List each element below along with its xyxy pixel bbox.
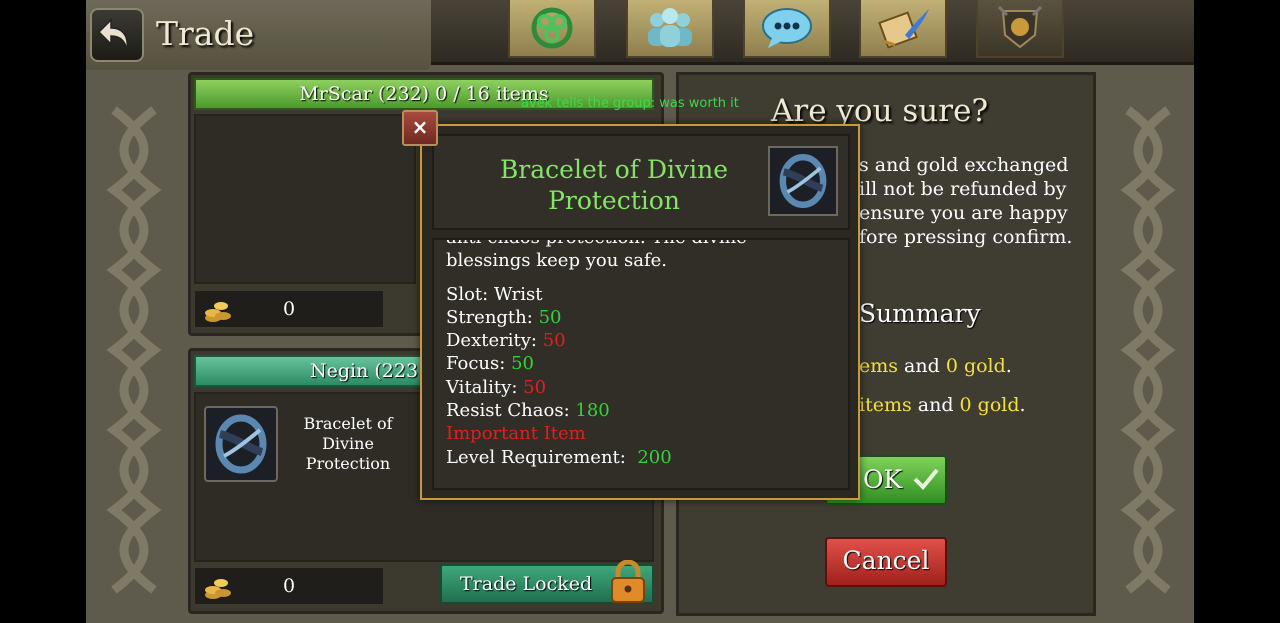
game-screen: Trade MrScar (232) 0 / 16 items 0 Negin … <box>86 0 1194 623</box>
tooltip-item-icon-frame <box>768 146 838 216</box>
warning-line: ill not be refunded by <box>859 178 1067 200</box>
stat-value: 50 <box>542 330 566 352</box>
cancel-button[interactable]: Cancel <box>825 537 947 587</box>
stat-vitality: Vitality: 50 <box>446 376 747 399</box>
triskelion-icon <box>531 7 573 49</box>
summary-line-2: items and 0 gold. <box>859 394 1026 416</box>
summary-and: and <box>911 394 960 416</box>
warning-line: fore pressing confirm. <box>859 226 1073 248</box>
bracelet-item-slot[interactable] <box>204 406 278 482</box>
summary-items: ems <box>859 355 899 377</box>
stat-dexterity: Dexterity: 50 <box>446 329 747 352</box>
trade-locked-button[interactable]: Trade Locked <box>440 560 654 604</box>
stat-strength: Strength: 50 <box>446 306 747 329</box>
player2-gold-box: 0 <box>194 567 384 605</box>
tab-group[interactable] <box>626 0 714 58</box>
stat-value: 50 <box>523 376 547 398</box>
warning-line: ensure you are happy <box>859 202 1068 224</box>
tab-chat[interactable] <box>743 0 831 58</box>
checkmark-icon <box>913 468 939 490</box>
warning-line: s and gold exchanged <box>859 154 1069 176</box>
tooltip-body[interactable]: anti-chaos protection. The divine blessi… <box>432 238 850 490</box>
tooltip-header: Bracelet of Divine Protection <box>432 134 850 230</box>
stat-resist-chaos: Resist Chaos: 180 <box>446 399 747 422</box>
guild-crest-icon <box>997 5 1043 49</box>
level-value: 200 <box>637 446 672 468</box>
item-tooltip: Bracelet of Divine Protection anti-chaos… <box>420 124 860 500</box>
back-button[interactable] <box>90 8 144 62</box>
player1-item-area <box>194 114 416 284</box>
player2-item-name: Bracelet of Divine Protection <box>303 414 393 473</box>
page-title: Trade <box>156 14 255 53</box>
tab-guild[interactable] <box>976 0 1064 58</box>
bracelet-icon <box>215 414 267 474</box>
stat-label: Strength: <box>446 306 533 328</box>
summary-and: and <box>898 355 946 377</box>
tab-quests[interactable] <box>859 0 947 58</box>
title-plate: Trade <box>86 0 431 70</box>
summary-period: . <box>1019 394 1026 416</box>
summary-title: Summary <box>859 299 981 328</box>
player1-gold-box: 0 <box>194 290 384 328</box>
right-knot-border <box>1120 106 1176 594</box>
player1-gold-value: 0 <box>282 298 296 320</box>
summary-line-1: ems and 0 gold. <box>859 355 1012 377</box>
group-icon <box>648 8 692 47</box>
stat-label: Dexterity: <box>446 330 537 352</box>
back-arrow-icon <box>97 18 129 51</box>
stat-value: 180 <box>575 400 610 422</box>
tooltip-slot: Slot: Wrist <box>446 283 543 305</box>
level-requirement: Level Requirement: 200 <box>446 446 747 469</box>
summary-items: items <box>859 394 912 416</box>
trade-locked-label: Trade Locked <box>460 573 593 595</box>
quest-scroll-icon <box>878 9 929 49</box>
stat-focus: Focus: 50 <box>446 352 747 375</box>
stat-label: Focus: <box>446 353 506 375</box>
summary-period: . <box>1005 355 1012 377</box>
important-item-label: Important Item <box>446 423 586 445</box>
chat-bubble-icon <box>762 8 812 48</box>
chat-message: avek tells the group: was worth it <box>521 96 739 111</box>
left-knot-border <box>106 106 162 594</box>
level-label: Level Requirement: <box>446 446 626 468</box>
confirm-warning: s and gold exchanged ill not be refunded… <box>859 153 1089 249</box>
stat-value: 50 <box>511 353 534 375</box>
tooltip-close-button[interactable]: × <box>402 110 438 146</box>
summary-gold: 0 gold <box>959 394 1020 416</box>
tooltip-desc-cut: anti-chaos protection. The divine <box>446 240 747 249</box>
tooltip-item-name: Bracelet of Divine Protection <box>499 155 729 215</box>
padlock-icon <box>611 560 645 603</box>
tab-triskelion[interactable] <box>508 0 596 58</box>
ok-label: OK <box>863 465 903 494</box>
summary-gold: 0 gold <box>945 355 1006 377</box>
tooltip-desc: blessings keep you safe. <box>446 250 668 272</box>
stat-label: Resist Chaos: <box>446 400 570 422</box>
stat-value: 50 <box>538 306 562 328</box>
player2-gold-value: 0 <box>282 575 296 597</box>
bracelet-icon <box>779 153 827 209</box>
stat-label: Vitality: <box>446 376 518 398</box>
